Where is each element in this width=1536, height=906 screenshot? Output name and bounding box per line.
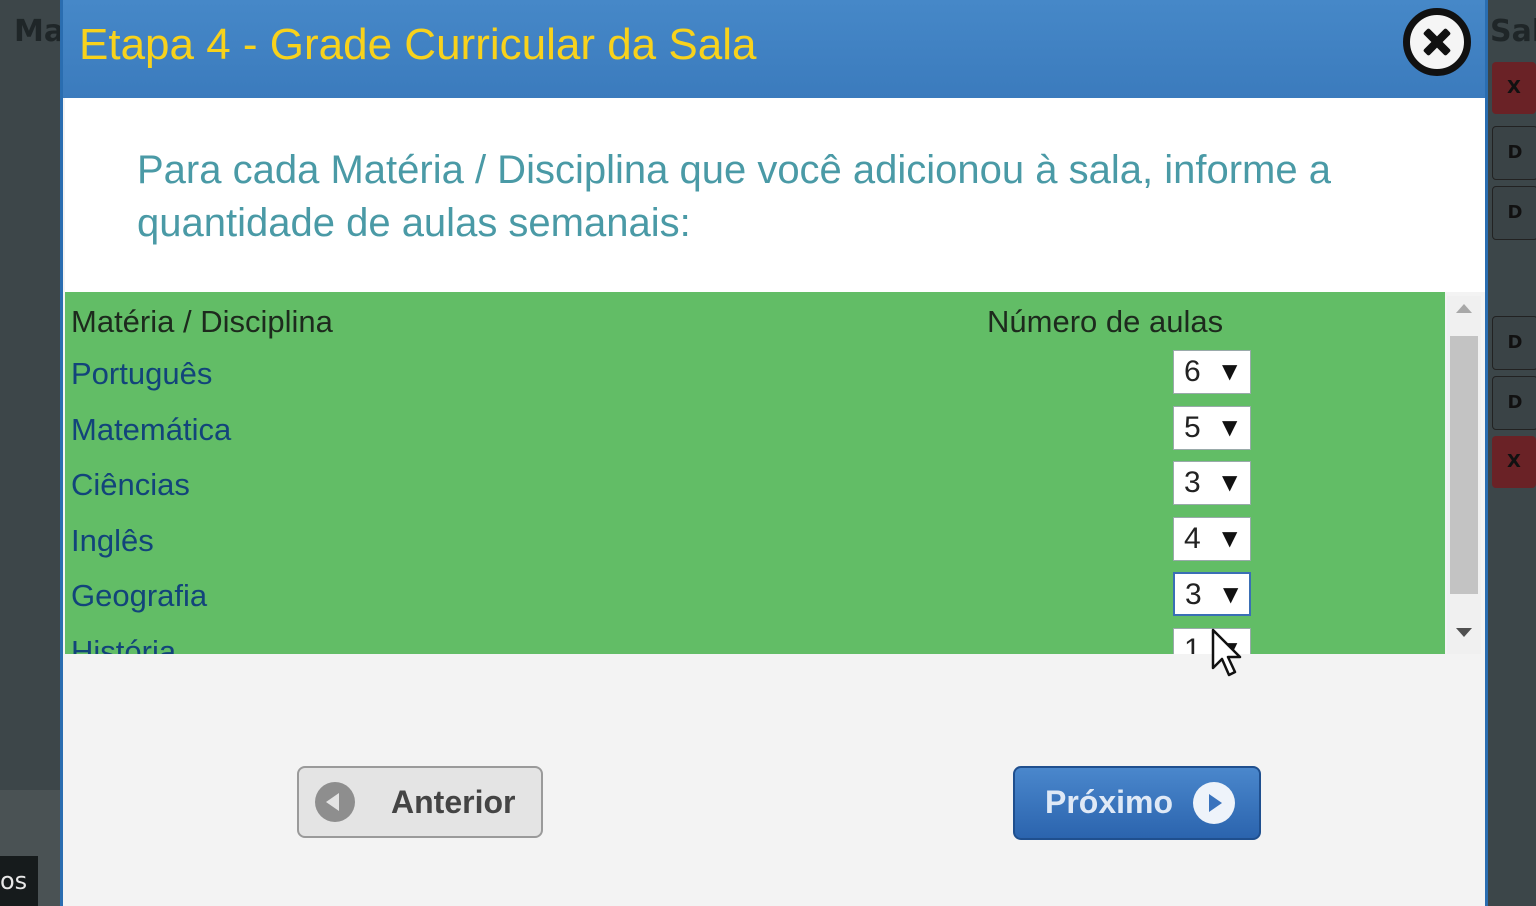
background-detail-button: D xyxy=(1492,126,1536,180)
previous-button[interactable]: Anterior xyxy=(297,766,543,838)
lesson-count-select[interactable]: 6 ▼ xyxy=(1173,350,1251,394)
selected-value: 5 xyxy=(1184,411,1201,444)
table-row: Português 6 ▼ xyxy=(65,346,1445,400)
mouse-pointer-icon xyxy=(1211,628,1242,677)
background-detail-button: D xyxy=(1492,376,1536,430)
selected-value: 6 xyxy=(1184,355,1201,388)
selected-value: 1 xyxy=(1184,633,1201,654)
dropdown-arrow-icon: ▼ xyxy=(1223,582,1239,606)
background-delete-button: X xyxy=(1492,436,1536,488)
previous-button-label: Anterior xyxy=(391,784,516,820)
selected-value: 4 xyxy=(1184,522,1201,555)
next-button-label: Próximo xyxy=(1045,784,1174,820)
arrow-left-icon xyxy=(315,782,355,822)
background-detail-button: D xyxy=(1492,316,1536,370)
scroll-thumb[interactable] xyxy=(1450,336,1478,594)
instructions-text: Para cada Matéria / Disciplina que você … xyxy=(137,148,1331,245)
background-bottom-tag: os xyxy=(0,856,38,906)
close-icon[interactable] xyxy=(1403,8,1471,76)
dropdown-arrow-icon: ▼ xyxy=(1222,526,1238,550)
background-left-title: Ma xyxy=(14,14,65,49)
table-row: Matemática 5 ▼ xyxy=(65,402,1445,456)
subject-name: Ciências xyxy=(71,467,190,502)
next-button[interactable]: Próximo xyxy=(1013,766,1261,840)
arrow-right-icon xyxy=(1193,782,1235,824)
dialog-header: Etapa 4 - Grade Curricular da Sala xyxy=(63,0,1485,98)
lesson-count-select[interactable]: 5 ▼ xyxy=(1173,406,1251,450)
instructions-panel: Para cada Matéria / Disciplina que você … xyxy=(65,98,1485,292)
background-right-title: Sal xyxy=(1490,14,1536,49)
subject-name: Geografia xyxy=(71,578,208,613)
column-header-subject: Matéria / Disciplina xyxy=(71,304,333,339)
subject-name: Matemática xyxy=(71,412,232,447)
lesson-count-select[interactable]: 3 ▼ xyxy=(1173,461,1251,505)
lesson-count-select[interactable]: 4 ▼ xyxy=(1173,517,1251,561)
column-header-lesson-count: Número de aulas xyxy=(987,304,1224,339)
subject-name: Inglês xyxy=(71,523,154,558)
table-row: Ciências 3 ▼ xyxy=(65,457,1445,511)
table-row: Geografia 3 ▼ xyxy=(65,568,1445,622)
subject-name: Português xyxy=(71,356,213,391)
scroll-down-arrow-icon[interactable] xyxy=(1456,628,1472,637)
subjects-table: Matéria / Disciplina Número de aulas Por… xyxy=(65,292,1445,654)
scroll-up-arrow-icon[interactable] xyxy=(1456,304,1472,313)
selected-value: 3 xyxy=(1184,466,1201,499)
background-detail-button: D xyxy=(1492,186,1536,240)
lesson-count-select[interactable]: 3 ▼ xyxy=(1173,572,1251,616)
selected-value: 3 xyxy=(1185,578,1202,611)
dialog-title: Etapa 4 - Grade Curricular da Sala xyxy=(79,20,757,69)
table-scrollbar[interactable] xyxy=(1447,296,1481,654)
background-delete-button: X xyxy=(1492,62,1536,114)
dropdown-arrow-icon: ▼ xyxy=(1222,415,1238,439)
subject-name: História xyxy=(71,634,177,654)
dropdown-arrow-icon: ▼ xyxy=(1222,470,1238,494)
table-row: Inglês 4 ▼ xyxy=(65,513,1445,567)
curriculum-dialog: Etapa 4 - Grade Curricular da Sala Para … xyxy=(60,0,1488,906)
background-left-panel xyxy=(0,0,62,906)
dropdown-arrow-icon: ▼ xyxy=(1222,359,1238,383)
